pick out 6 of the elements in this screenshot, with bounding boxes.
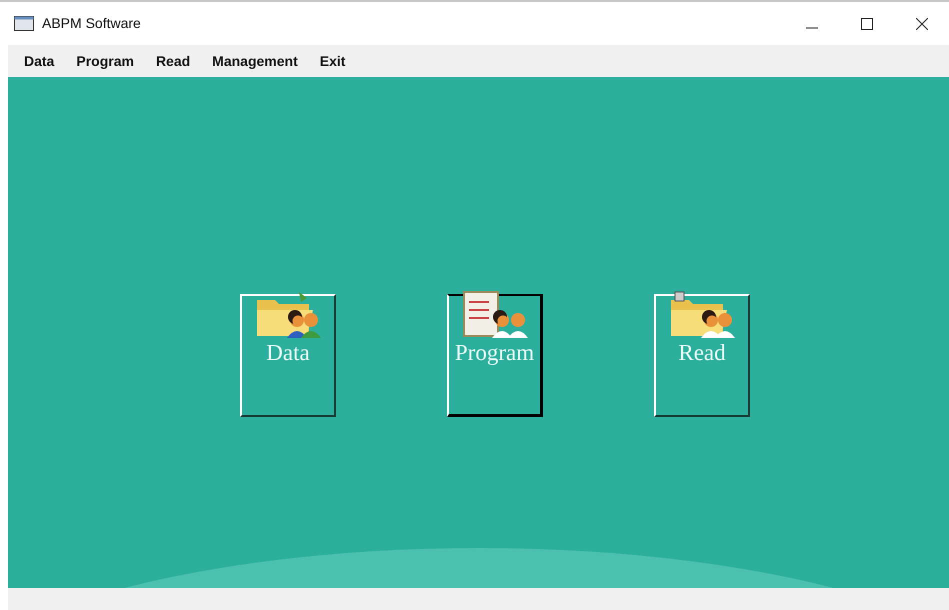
window-title: ABPM Software bbox=[42, 14, 141, 33]
menu-item[interactable]: Read bbox=[156, 50, 190, 72]
menu-item[interactable]: Program bbox=[76, 50, 134, 72]
menu-item[interactable]: Management bbox=[212, 50, 298, 72]
menu-item[interactable]: Data bbox=[24, 50, 54, 72]
menu-item[interactable]: Exit bbox=[320, 50, 346, 72]
